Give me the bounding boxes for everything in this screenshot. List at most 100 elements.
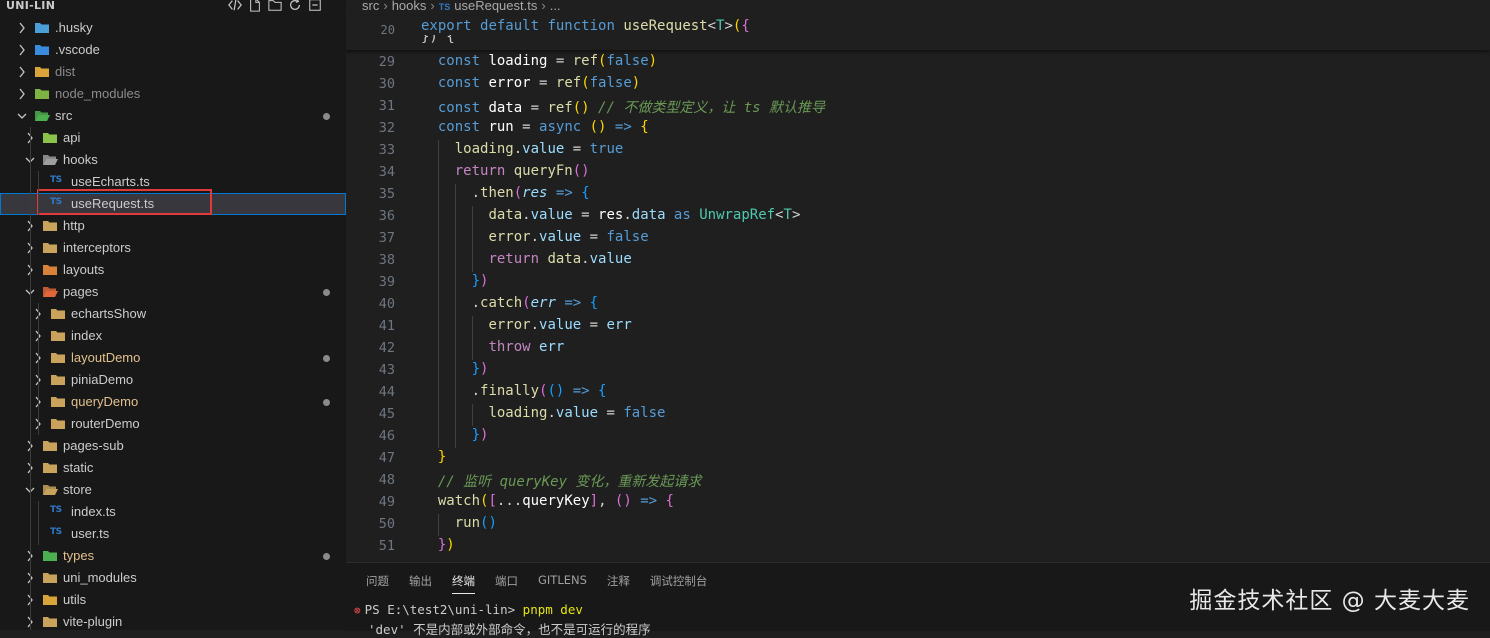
panel-tab[interactable]: 端口: [495, 573, 518, 594]
code-line[interactable]: 37 error.value = false: [346, 228, 1490, 250]
code-token: watch: [437, 493, 481, 509]
indent-guide: [437, 426, 439, 448]
code-token: value: [522, 141, 565, 157]
tree-folder[interactable]: .vscode: [0, 39, 346, 61]
tree-folder[interactable]: piniaDemo: [0, 369, 346, 391]
tree-folder[interactable]: pages: [0, 281, 346, 303]
tree-folder[interactable]: echartsShow: [0, 303, 346, 325]
indent-guide: [437, 404, 439, 426]
code-line[interactable]: 36 data.value = res.data as UnwrapRef<T>: [346, 206, 1490, 228]
tree-folder[interactable]: routerDemo: [0, 413, 346, 435]
code-line[interactable]: 35 .then(res => {: [346, 184, 1490, 206]
code-token: then: [480, 185, 514, 201]
code-line[interactable]: 46}): [346, 426, 1490, 448]
collapse-all-icon[interactable]: [308, 0, 322, 12]
tree-folder[interactable]: dist: [0, 61, 346, 83]
code-editor[interactable]: src › hooks › TS useRequest.ts ›... 20 export …: [346, 0, 1490, 562]
code-line[interactable]: 29 const loading = ref(false): [346, 52, 1490, 74]
tree-folder[interactable]: types: [0, 545, 346, 567]
indent-guide: [471, 250, 473, 272]
code-line[interactable]: 44 .finally(() => {: [346, 382, 1490, 404]
code-line[interactable]: 43}): [346, 360, 1490, 382]
tree-file[interactable]: TS user.ts: [0, 523, 346, 545]
terminal-line[interactable]: ⊗ PS E:\test2\uni-lin> pnpm dev: [354, 602, 583, 617]
tree-folder[interactable]: store: [0, 479, 346, 501]
code-line[interactable]: 49 watch([...queryKey], () => {: [346, 492, 1490, 514]
tree-folder[interactable]: api: [0, 127, 346, 149]
tree-folder[interactable]: hooks: [0, 149, 346, 171]
new-folder-icon[interactable]: [268, 0, 282, 12]
code-text: const error = ref(false): [438, 75, 640, 91]
tree-folder[interactable]: node_modules: [0, 83, 346, 105]
code-token: .: [530, 229, 540, 245]
breadcrumb-src[interactable]: src: [362, 0, 379, 13]
chevron-right-icon[interactable]: [16, 64, 28, 80]
tree-folder[interactable]: queryDemo: [0, 391, 346, 413]
breadcrumb-file[interactable]: useRequest.ts: [454, 0, 537, 13]
code-line[interactable]: 34 return queryFn(): [346, 162, 1490, 184]
tree-folder[interactable]: layouts: [0, 259, 346, 281]
code-text: const data = ref() // 不做类型定义，让 ts 默认推导: [438, 97, 825, 117]
refresh-icon[interactable]: [288, 0, 302, 12]
code-token: ref: [547, 100, 573, 116]
code-line[interactable]: 40 .catch(err => {: [346, 294, 1490, 316]
code-line[interactable]: 50 run(): [346, 514, 1490, 536]
breadcrumb-hooks[interactable]: hooks: [392, 0, 427, 13]
explorer-title[interactable]: UNI-LIN: [6, 0, 55, 12]
tree-folder[interactable]: utils: [0, 589, 346, 611]
panel-tab[interactable]: 调试控制台: [650, 573, 708, 594]
sticky-scroll-header[interactable]: 20 export default function useRequest<T>…: [346, 16, 1490, 50]
tree-folder[interactable]: layoutDemo: [0, 347, 346, 369]
panel-tab[interactable]: GITLENS: [538, 573, 587, 594]
code-line[interactable]: 48 // 监听 queryKey 变化，重新发起请求: [346, 470, 1490, 492]
code-line[interactable]: 31 const data = ref() // 不做类型定义，让 ts 默认推导: [346, 96, 1490, 118]
tree-item-label: useEcharts.ts: [71, 174, 150, 189]
code-line[interactable]: 38 return data.value: [346, 250, 1490, 272]
code-token: // 不做类型定义，让 ts 默认推导: [589, 100, 826, 116]
panel-tab[interactable]: 问题: [366, 573, 389, 594]
chevron-right-icon[interactable]: [16, 86, 28, 102]
folder-open-icon: [43, 155, 58, 165]
panel-tab[interactable]: 注释: [607, 573, 630, 594]
line-number: 47: [378, 450, 395, 466]
code-line[interactable]: 33 loading.value = true: [346, 140, 1490, 162]
tree-folder[interactable]: vite-plugin: [0, 611, 346, 630]
tree-folder[interactable]: interceptors: [0, 237, 346, 259]
panel-tabs: 问题 输出 终端 端口 GITLENS 注释 调试控制台: [366, 573, 727, 594]
tree-file[interactable]: TS index.ts: [0, 501, 346, 523]
tree-folder[interactable]: uni_modules: [0, 567, 346, 589]
indent-guide: [38, 171, 39, 215]
code-text: error.value = err: [488, 317, 631, 333]
code-line[interactable]: 42 throw err: [346, 338, 1490, 360]
tree-folder[interactable]: http: [0, 215, 346, 237]
panel-tab[interactable]: 终端: [452, 573, 475, 594]
code-token: =: [572, 207, 599, 223]
tree-item-label: static: [63, 460, 94, 475]
tree-folder[interactable]: .husky: [0, 17, 346, 39]
code-line[interactable]: 45 loading.value = false: [346, 404, 1490, 426]
chevron-down-icon[interactable]: [16, 108, 28, 124]
tree-file[interactable]: TS useEcharts.ts: [0, 171, 346, 193]
collapse-code-icon[interactable]: [228, 0, 242, 12]
code-line[interactable]: 32 const run = async () => {: [346, 118, 1490, 140]
tree-file[interactable]: TS useRequest.ts: [0, 193, 346, 215]
code-token: data: [488, 100, 523, 116]
code-token: res: [598, 207, 624, 223]
chevron-right-icon[interactable]: [16, 20, 28, 36]
tree-folder[interactable]: src: [0, 105, 346, 127]
tree-folder[interactable]: static: [0, 457, 346, 479]
code-token: .: [471, 383, 481, 399]
chevron-right-icon[interactable]: [16, 42, 28, 58]
new-file-icon[interactable]: [248, 0, 262, 12]
tree-folder[interactable]: index: [0, 325, 346, 347]
code-line[interactable]: 39}): [346, 272, 1490, 294]
tree-folder[interactable]: pages-sub: [0, 435, 346, 457]
code-line[interactable]: 51}): [346, 536, 1490, 558]
code-line[interactable]: 30 const error = ref(false): [346, 74, 1490, 96]
folder-icon: [51, 375, 65, 385]
breadcrumb-more[interactable]: ...: [550, 0, 561, 13]
panel-tab[interactable]: 输出: [409, 573, 432, 594]
code-line[interactable]: 41 error.value = err: [346, 316, 1490, 338]
modified-dot-icon: [323, 355, 330, 362]
code-line[interactable]: 47}: [346, 448, 1490, 470]
